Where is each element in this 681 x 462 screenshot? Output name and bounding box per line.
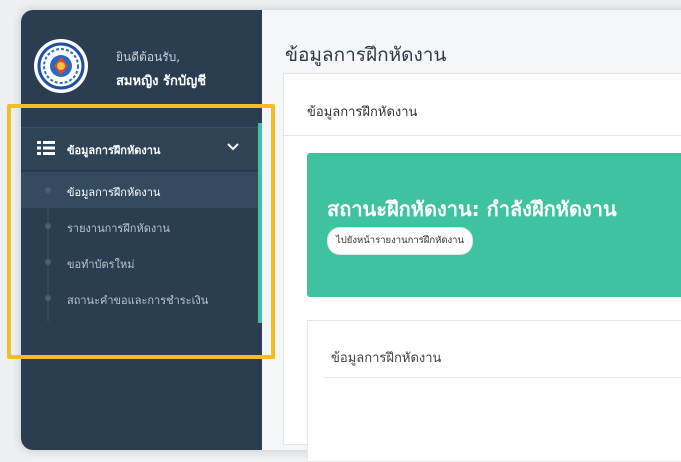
sidebar-item-label: ขอทำบัตรใหม่ bbox=[67, 258, 135, 271]
status-text: สถานะฝึกหัดงาน: กำลังฝึกหัดงาน bbox=[327, 197, 617, 221]
sidebar-menu-label: ข้อมูลการฝึกหัดงาน bbox=[67, 144, 161, 157]
go-to-report-button[interactable]: ไปยังหน้ารายงานการฝึกหัดงาน bbox=[327, 227, 473, 255]
sidebar: ยินดีต้อนรับ, สมหญิง รักบัญชี ข้อมูลการฝ… bbox=[21, 10, 262, 450]
bullet-icon bbox=[45, 223, 51, 229]
sidebar-item-label: ข้อมูลการฝึกหัดงาน bbox=[67, 186, 161, 199]
chevron-down-icon[interactable] bbox=[227, 143, 239, 151]
sidebar-item-new-card[interactable]: ขอทำบัตรใหม่ bbox=[21, 244, 258, 280]
sidebar-item-training-report[interactable]: รายงานการฝึกหัดงาน bbox=[21, 208, 258, 244]
training-info-card: ข้อมูลการฝึกหัดงาน สถานะฝึกหัดงาน: กำลัง… bbox=[283, 73, 681, 462]
user-panel: ยินดีต้อนรับ, สมหญิง รักบัญชี bbox=[21, 10, 262, 110]
card-title: ข้อมูลการฝึกหัดงาน bbox=[307, 105, 418, 120]
sidebar-submenu: ข้อมูลการฝึกหัดงาน รายงานการฝึกหัดงาน ขอ… bbox=[21, 172, 258, 316]
list-icon bbox=[37, 141, 55, 155]
organization-logo-icon bbox=[37, 42, 85, 90]
welcome-text: ยินดีต้อนรับ, bbox=[116, 50, 181, 64]
avatar bbox=[34, 39, 88, 93]
sidebar-menu-training-info[interactable]: ข้อมูลการฝึกหัดงาน bbox=[21, 127, 258, 171]
sidebar-item-training-info[interactable]: ข้อมูลการฝึกหัดงาน bbox=[21, 172, 258, 208]
main-content: ข้อมูลการฝึกหัดงาน ข้อมูลการฝึกหัดงาน สถ… bbox=[262, 10, 681, 462]
bullet-icon bbox=[45, 295, 51, 301]
bullet-icon bbox=[45, 259, 51, 265]
divider bbox=[284, 135, 681, 136]
user-name: สมหญิง รักบัญชี bbox=[116, 74, 207, 89]
page-title: ข้อมูลการฝึกหัดงาน bbox=[285, 44, 447, 66]
bullet-icon bbox=[45, 187, 51, 193]
status-banner: สถานะฝึกหัดงาน: กำลังฝึกหัดงาน ไปยังหน้า… bbox=[307, 153, 681, 297]
divider bbox=[324, 377, 681, 378]
sub-card-title: ข้อมูลการฝึกหัดงาน bbox=[331, 351, 442, 366]
sidebar-item-label: สถานะคำขอและการชำระเงิน bbox=[67, 294, 209, 307]
training-details-card: ข้อมูลการฝึกหัดงาน bbox=[307, 320, 681, 462]
sidebar-item-request-status[interactable]: สถานะคำขอและการชำระเงิน bbox=[21, 280, 258, 316]
sidebar-item-label: รายงานการฝึกหัดงาน bbox=[67, 222, 170, 235]
